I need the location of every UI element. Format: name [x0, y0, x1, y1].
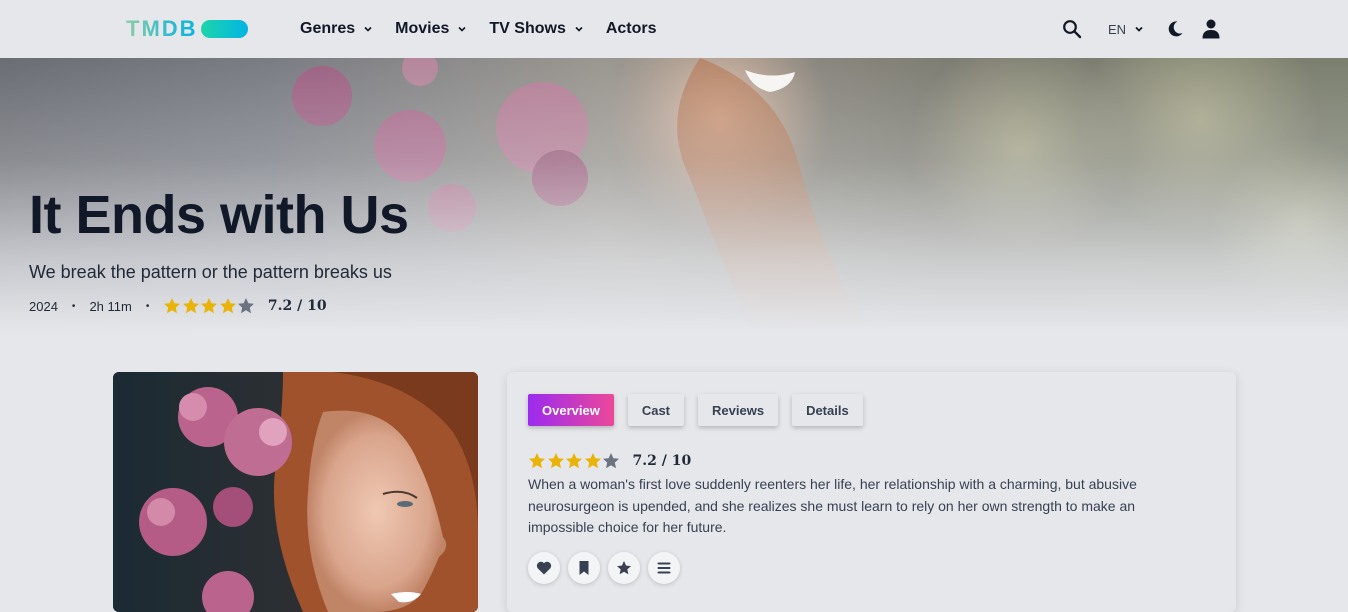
star-icon — [566, 453, 582, 469]
chevron-down-icon — [1135, 26, 1143, 32]
tmdb-logo[interactable]: TMDB — [126, 16, 248, 41]
card-star-rating — [528, 452, 621, 470]
watchlist-button[interactable] — [568, 552, 600, 584]
nav-movies-label: Movies — [395, 20, 450, 37]
card-rating-text: 7.2 / 10 — [632, 453, 692, 469]
heart-icon — [536, 561, 552, 575]
nav-right-controls: EN — [1062, 0, 1220, 58]
star-icon — [617, 561, 631, 575]
logo-text: TMDB — [126, 16, 198, 41]
star-icon — [201, 298, 218, 314]
favorite-button[interactable] — [528, 552, 560, 584]
nav-movies[interactable]: Movies — [395, 20, 467, 38]
star-icon — [219, 298, 236, 314]
search-icon[interactable] — [1062, 19, 1082, 39]
movie-poster[interactable] — [113, 372, 478, 612]
language-selector[interactable]: EN — [1108, 22, 1144, 37]
hero-info: It Ends with Us We break the pattern or … — [29, 188, 409, 315]
star-icon — [603, 453, 619, 469]
logo-pill — [200, 20, 248, 38]
nav-tv-shows[interactable]: TV Shows — [489, 20, 583, 38]
star-icon — [529, 453, 545, 469]
bookmark-icon — [579, 561, 589, 575]
meta-separator: • — [71, 300, 76, 312]
nav-actors[interactable]: Actors — [606, 20, 657, 38]
movie-tagline: We break the pattern or the pattern brea… — [29, 262, 392, 282]
chevron-down-icon — [575, 26, 583, 32]
movie-details-card: Overview Cast Reviews Details 7.2 / 10 W… — [507, 372, 1236, 612]
star-icon — [584, 453, 601, 469]
user-icon[interactable] — [1202, 19, 1220, 39]
tab-details[interactable]: Details — [792, 394, 863, 426]
nav-tv-shows-label: TV Shows — [489, 20, 566, 37]
chevron-down-icon — [364, 26, 372, 32]
nav-actors-label: Actors — [605, 20, 657, 37]
main-nav: Genres Movies TV Shows Actors — [300, 0, 679, 58]
star-icon — [547, 453, 564, 469]
movie-meta: 2024 • 2h 11m • 7.2 / 10 — [29, 297, 409, 315]
tab-cast[interactable]: Cast — [627, 394, 685, 426]
tab-reviews[interactable]: Reviews — [698, 394, 779, 426]
add-to-list-button[interactable] — [648, 552, 680, 584]
movie-runtime: 2h 11m — [89, 298, 132, 314]
rate-button[interactable] — [608, 552, 640, 584]
hero-rating-text: 7.2 / 10 — [267, 298, 327, 314]
moon-icon[interactable] — [1166, 20, 1184, 38]
detail-tabs: Overview Cast Reviews Details — [528, 394, 863, 426]
hero-star-rating — [163, 297, 256, 315]
star-icon — [238, 298, 255, 314]
movie-overview: When a woman's first love suddenly reent… — [528, 476, 1137, 535]
tab-overview[interactable]: Overview — [528, 394, 614, 426]
poster-image — [113, 372, 478, 612]
nav-genres-label: Genres — [300, 20, 356, 37]
action-buttons — [528, 552, 680, 584]
movie-title: It Ends with Us — [29, 185, 409, 245]
movie-year: 2024 — [29, 298, 58, 314]
chevron-down-icon — [458, 26, 466, 32]
meta-separator: • — [145, 300, 150, 312]
nav-genres[interactable]: Genres — [300, 20, 373, 38]
card-rating: 7.2 / 10 — [528, 452, 691, 470]
language-label: EN — [1107, 21, 1126, 37]
star-icon — [182, 298, 199, 314]
list-icon — [657, 562, 671, 574]
top-navbar: TMDB Genres Movies TV Shows Actors EN — [0, 0, 1348, 58]
star-icon — [164, 298, 181, 314]
